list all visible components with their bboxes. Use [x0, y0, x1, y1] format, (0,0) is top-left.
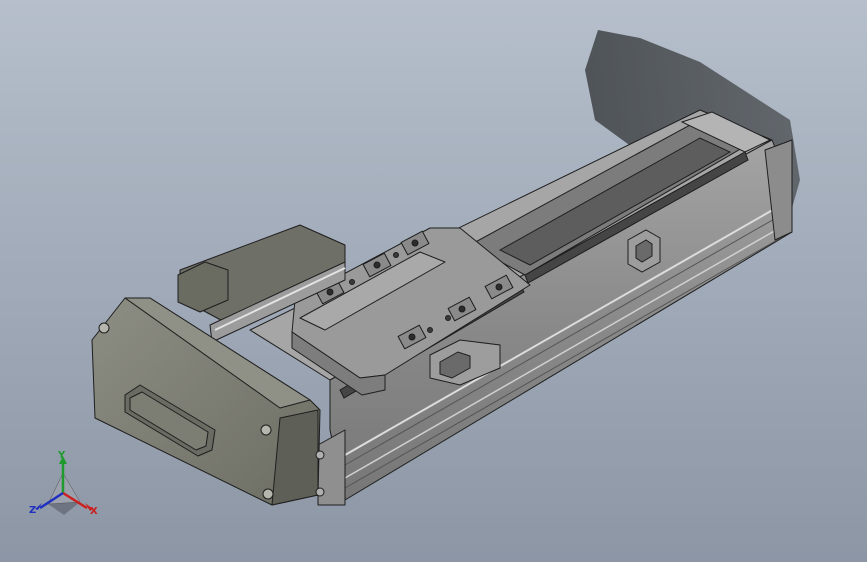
- y-axis-label: Y: [58, 450, 66, 461]
- x-axis-label: X: [90, 506, 98, 517]
- linear-actuator-model[interactable]: [0, 0, 867, 562]
- z-axis-label: Z: [29, 505, 37, 516]
- orientation-triad: [35, 456, 93, 515]
- cad-graphics-viewport[interactable]: Y X Z: [0, 0, 867, 562]
